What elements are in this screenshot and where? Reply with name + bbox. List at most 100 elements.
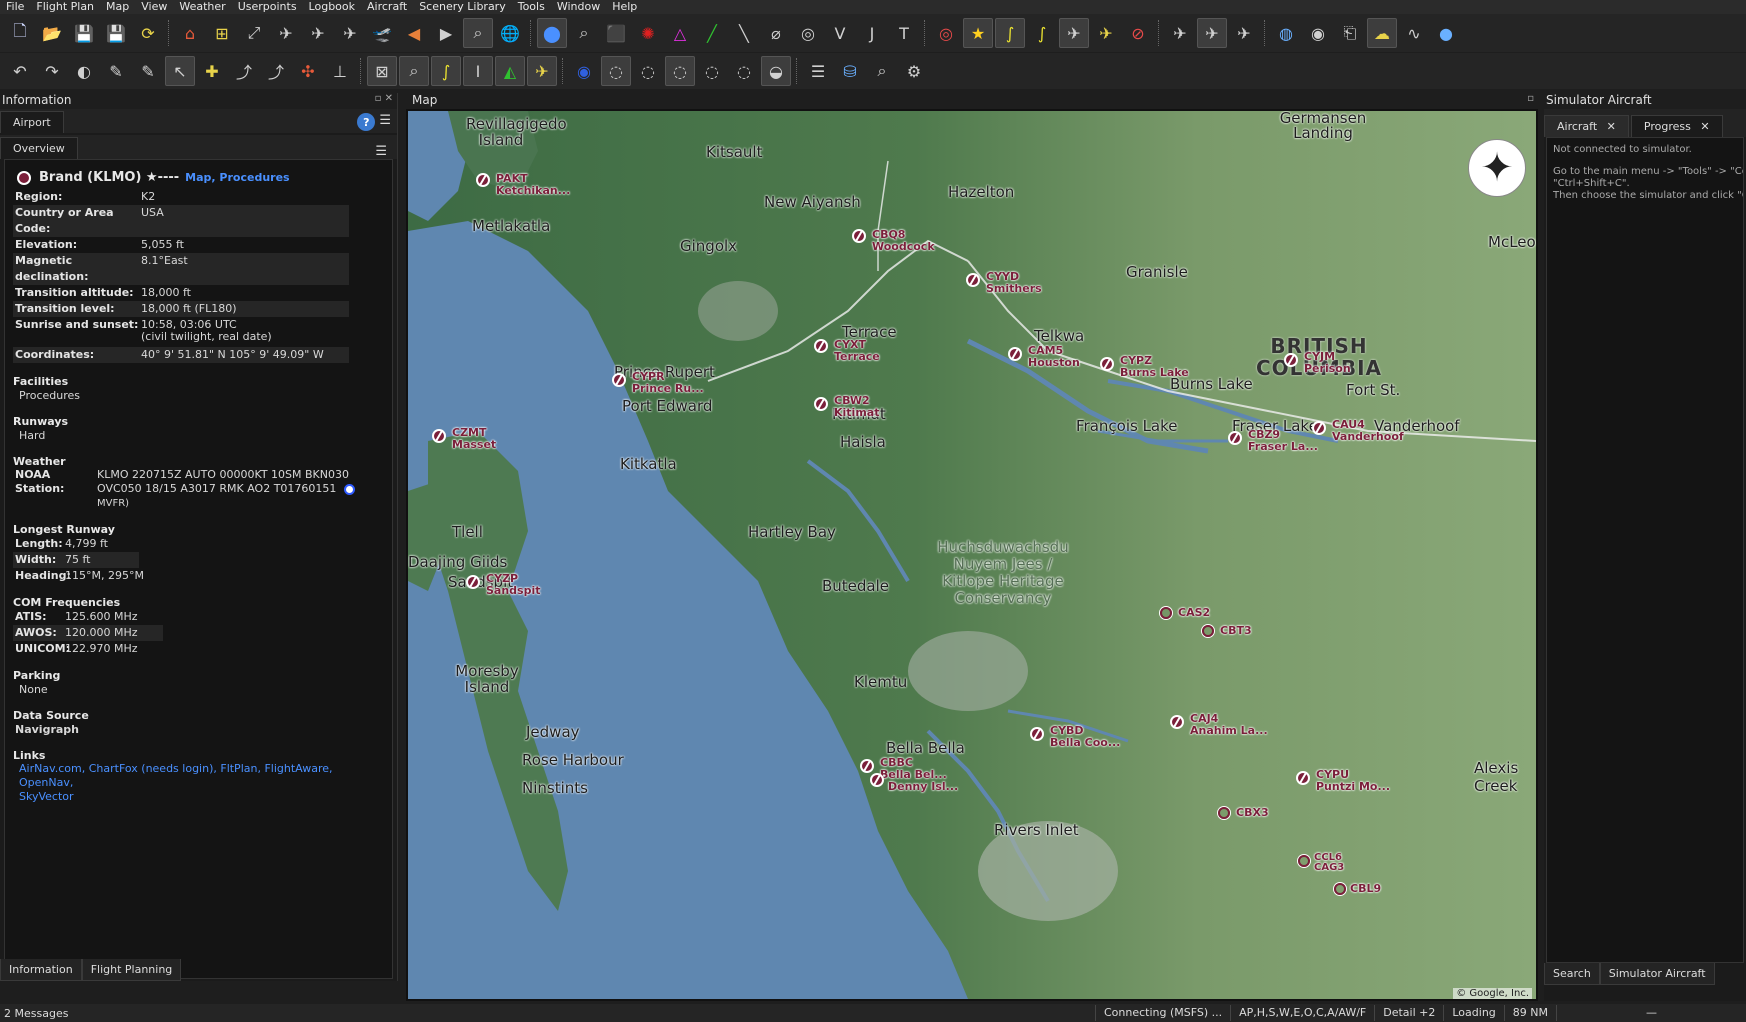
- options-menu-icon[interactable]: ☰: [379, 113, 391, 131]
- database-icon[interactable]: ☰: [803, 56, 833, 86]
- menu-map[interactable]: Map: [100, 0, 135, 14]
- airport-label[interactable]: CYJM Perison: [1304, 351, 1351, 375]
- airport-marker[interactable]: [1284, 353, 1298, 367]
- airport-marker[interactable]: [814, 397, 828, 411]
- airport-label[interactable]: CBBC Bella Bel...: [880, 757, 947, 781]
- airspace-center-icon[interactable]: ◉: [569, 56, 599, 86]
- open-flight-plan-icon[interactable]: 📂: [37, 18, 67, 48]
- airport-label[interactable]: CBW2 Kitimat: [834, 395, 879, 419]
- airport-label[interactable]: Denny Isl...: [888, 781, 958, 793]
- map-theme-icon[interactable]: ⎗: [1335, 18, 1365, 48]
- airport-links[interactable]: Map, Procedures: [185, 171, 289, 184]
- home-icon[interactable]: ⌂: [175, 18, 205, 48]
- flight-plan-table-icon[interactable]: ✈: [527, 56, 557, 86]
- search-route-icon[interactable]: ⌕: [399, 56, 429, 86]
- airport-marker[interactable]: [1228, 431, 1242, 445]
- gear-icon[interactable]: ⚙: [899, 56, 929, 86]
- airport-marker[interactable]: [1100, 357, 1114, 371]
- user-aircraft-icon[interactable]: ✈: [1059, 18, 1089, 48]
- procedure-alt-icon[interactable]: ⤴: [261, 56, 291, 86]
- airport-marker[interactable]: [1296, 771, 1310, 785]
- menu-tools[interactable]: Tools: [512, 0, 551, 14]
- airport-marker[interactable]: [1030, 727, 1044, 741]
- ruler-icon[interactable]: ⌀: [761, 18, 791, 48]
- daylight-icon[interactable]: ◉: [1303, 18, 1333, 48]
- route-alt-icon[interactable]: ∫: [1027, 18, 1057, 48]
- airport-marker[interactable]: [814, 339, 828, 353]
- navaid-icon[interactable]: ✈: [335, 18, 365, 48]
- airport-icon[interactable]: ✈: [271, 18, 301, 48]
- airport-label[interactable]: CZMT Masset: [452, 427, 496, 451]
- airport-label[interactable]: CYZP Sandspit: [486, 573, 541, 597]
- airport-label[interactable]: CCL6 CAG3: [1314, 853, 1344, 873]
- sub-options-icon[interactable]: ☰: [375, 144, 397, 159]
- airport-label[interactable]: CYYD Smithers: [986, 271, 1042, 295]
- airport-label[interactable]: CBQ8 Woodcock: [872, 229, 935, 253]
- tab-progress[interactable]: Progress ✕: [1630, 115, 1723, 137]
- scenery-search-icon[interactable]: ⌕: [867, 56, 897, 86]
- airport-marker[interactable]: [1334, 883, 1346, 895]
- tracks-icon[interactable]: T: [889, 18, 919, 48]
- departure-icon[interactable]: 🛫: [367, 18, 397, 48]
- globe-icon[interactable]: 🌐: [495, 18, 525, 48]
- airport-marker[interactable]: [466, 575, 480, 589]
- airport-label[interactable]: CAU4 Vanderhoof: [1332, 419, 1404, 443]
- airport-label[interactable]: CYXT Terrace: [834, 339, 880, 363]
- tab-information[interactable]: Information: [0, 959, 82, 981]
- menu-file[interactable]: File: [0, 0, 30, 14]
- edit-leg-icon[interactable]: ✎: [101, 56, 131, 86]
- redo-icon[interactable]: ↷: [37, 56, 67, 86]
- airport-label[interactable]: CAM5 Houston: [1028, 345, 1080, 369]
- aircraft-center-icon[interactable]: ✈: [1165, 18, 1195, 48]
- menu-scenery-library[interactable]: Scenery Library: [413, 0, 512, 14]
- airport-label[interactable]: CYPR Prince Ru...: [632, 371, 704, 395]
- calc-icon[interactable]: ◐: [69, 56, 99, 86]
- airport-label[interactable]: CAS2: [1178, 607, 1210, 619]
- airport-label[interactable]: CAJ4 Anahim La...: [1190, 713, 1268, 737]
- tab-aircraft[interactable]: Aircraft ✕: [1544, 115, 1629, 137]
- tab-airport[interactable]: Airport: [0, 111, 64, 133]
- airspace-special-icon[interactable]: ◌: [697, 56, 727, 86]
- edit-altitude-icon[interactable]: ✎: [133, 56, 163, 86]
- skyvector-link[interactable]: SkyVector: [13, 790, 384, 804]
- airport-marker[interactable]: [612, 373, 626, 387]
- back-icon[interactable]: ◀: [399, 18, 429, 48]
- wind-icon[interactable]: ∿: [1399, 18, 1429, 48]
- database-settings-icon[interactable]: ⛁: [835, 56, 865, 86]
- menu-flight-plan[interactable]: Flight Plan: [30, 0, 100, 14]
- airport-label[interactable]: CBX3: [1236, 807, 1269, 819]
- airport-marker[interactable]: [870, 773, 884, 787]
- procedure-icon[interactable]: ⤴: [229, 56, 259, 86]
- airport-marker[interactable]: [1160, 607, 1172, 619]
- airport-label[interactable]: CYPZ Burns Lake: [1120, 355, 1189, 379]
- menu-view[interactable]: View: [135, 0, 173, 14]
- weather-icon[interactable]: ☁: [1367, 18, 1397, 48]
- status-messages[interactable]: 2 Messages: [0, 1007, 1095, 1020]
- route-icon[interactable]: ∫: [995, 18, 1025, 48]
- ai-aircraft-icon[interactable]: ✈: [1091, 18, 1121, 48]
- waypoint-icon[interactable]: △: [665, 18, 695, 48]
- tab-flight-planning[interactable]: Flight Planning: [81, 959, 182, 981]
- airspace-icao-icon[interactable]: ◌: [601, 56, 631, 86]
- jet-airways-icon[interactable]: J: [857, 18, 887, 48]
- tab-search[interactable]: Search: [1544, 963, 1600, 985]
- elevation-profile-icon[interactable]: ◭: [495, 56, 525, 86]
- airport-marker[interactable]: [852, 229, 866, 243]
- airport-label[interactable]: PAKT Ketchikan...: [496, 173, 570, 197]
- airport-label[interactable]: CYBD Bella Coo...: [1050, 725, 1120, 749]
- menu-help[interactable]: Help: [606, 0, 643, 14]
- compass-rose-icon[interactable]: ⬤: [537, 18, 567, 48]
- pin-icon[interactable]: ✣: [293, 56, 323, 86]
- menu-logbook[interactable]: Logbook: [303, 0, 361, 14]
- airport-label[interactable]: CBL9: [1350, 883, 1381, 895]
- ndb-icon[interactable]: ✺: [633, 18, 663, 48]
- vor-icon[interactable]: ⬛: [601, 18, 631, 48]
- menu-userpoints[interactable]: Userpoints: [232, 0, 303, 14]
- airport-marker[interactable]: [1202, 625, 1214, 637]
- favorite-star-icon[interactable]: ★: [963, 18, 993, 48]
- help-icon[interactable]: ?: [357, 113, 376, 131]
- airspace-restricted-icon[interactable]: ◌: [665, 56, 695, 86]
- undo-icon[interactable]: ↶: [5, 56, 35, 86]
- airport-add-icon[interactable]: ✈: [303, 18, 333, 48]
- aircraft-track-icon[interactable]: ✈: [1197, 18, 1227, 48]
